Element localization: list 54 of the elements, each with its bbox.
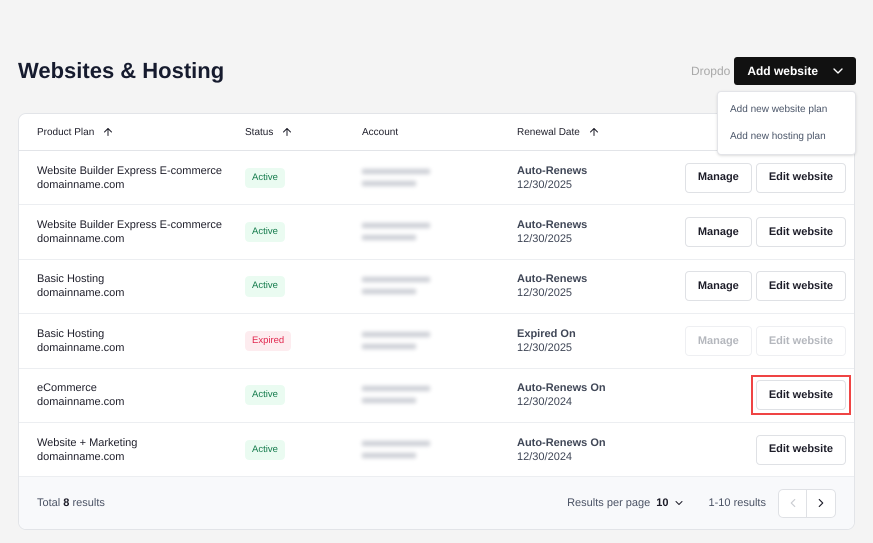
plan-name: eCommerce bbox=[37, 381, 98, 396]
manage-button[interactable]: Manage bbox=[684, 271, 752, 302]
column-header[interactable]: Status bbox=[245, 124, 274, 140]
per-page-label: Results per page bbox=[567, 496, 650, 512]
edit-website-button[interactable]: Edit website bbox=[756, 434, 846, 465]
total-results: Total 8 results bbox=[37, 496, 106, 512]
manage-button[interactable]: Manage bbox=[684, 162, 752, 193]
page-title: Websites & Hosting bbox=[18, 57, 224, 85]
edit-website-button[interactable]: Edit website bbox=[756, 217, 846, 248]
edit-website-button[interactable]: Edit website bbox=[756, 162, 846, 193]
domain-name: domainname.com bbox=[37, 340, 126, 355]
plan-name: Website + Marketing bbox=[37, 436, 138, 450]
renewal-status: Auto-Renews bbox=[517, 272, 588, 286]
results-range: 1-10 results bbox=[708, 496, 766, 512]
renewal-date: 12/30/2024 bbox=[517, 395, 574, 410]
column-header[interactable]: Renewal Date bbox=[517, 124, 580, 140]
add-website-button[interactable]: Add website bbox=[734, 56, 856, 84]
plan-name: Basic Hosting bbox=[37, 272, 106, 286]
renewal-status: Auto-Renews On bbox=[517, 381, 607, 396]
renewal-date: 12/30/2025 bbox=[517, 340, 574, 355]
per-page-select[interactable]: 10 bbox=[656, 495, 685, 512]
domain-name: domainname.com bbox=[37, 395, 126, 410]
status-badge: Active bbox=[245, 168, 285, 188]
renewal-status: Auto-Renews bbox=[517, 218, 588, 232]
manage-button[interactable]: Manage bbox=[684, 217, 752, 248]
plan-name: Website Builder Express E-commerce bbox=[37, 164, 224, 178]
status-badge: Active bbox=[245, 440, 285, 460]
sort-icon[interactable] bbox=[588, 126, 600, 138]
column-header[interactable]: Account bbox=[362, 124, 398, 140]
domain-name: domainname.com bbox=[37, 178, 126, 192]
renewal-date: 12/30/2024 bbox=[517, 450, 574, 464]
dropdown-label: Dropdo bbox=[690, 62, 730, 80]
status-badge: Active bbox=[245, 385, 285, 406]
column-header[interactable]: Product Plan bbox=[37, 124, 94, 140]
status-badge: Expired bbox=[245, 330, 292, 351]
domain-name: domainname.com bbox=[37, 232, 126, 246]
plan-name: Basic Hosting bbox=[37, 326, 106, 341]
sort-icon[interactable] bbox=[102, 126, 114, 138]
edit-website-button[interactable]: Edit website bbox=[756, 271, 846, 302]
status-badge: Active bbox=[245, 222, 285, 242]
renewal-status: Auto-Renews bbox=[517, 164, 588, 178]
renewal-date: 12/30/2025 bbox=[517, 178, 574, 192]
domain-name: domainname.com bbox=[37, 286, 126, 300]
renewal-status: Expired On bbox=[517, 326, 577, 341]
renewal-date: 12/30/2025 bbox=[517, 232, 574, 246]
edit-website-button[interactable]: Edit website bbox=[756, 380, 846, 410]
renewal-status: Auto-Renews On bbox=[517, 436, 607, 450]
domain-name: domainname.com bbox=[37, 450, 126, 464]
sort-icon[interactable] bbox=[281, 126, 294, 138]
status-badge: Active bbox=[245, 276, 285, 297]
plan-name: Website Builder Express E-commerce bbox=[37, 218, 224, 232]
menu-item[interactable]: Add new hosting plan bbox=[718, 123, 855, 150]
renewal-date: 12/30/2025 bbox=[517, 286, 574, 300]
menu-item[interactable]: Add new website plan bbox=[718, 96, 855, 123]
